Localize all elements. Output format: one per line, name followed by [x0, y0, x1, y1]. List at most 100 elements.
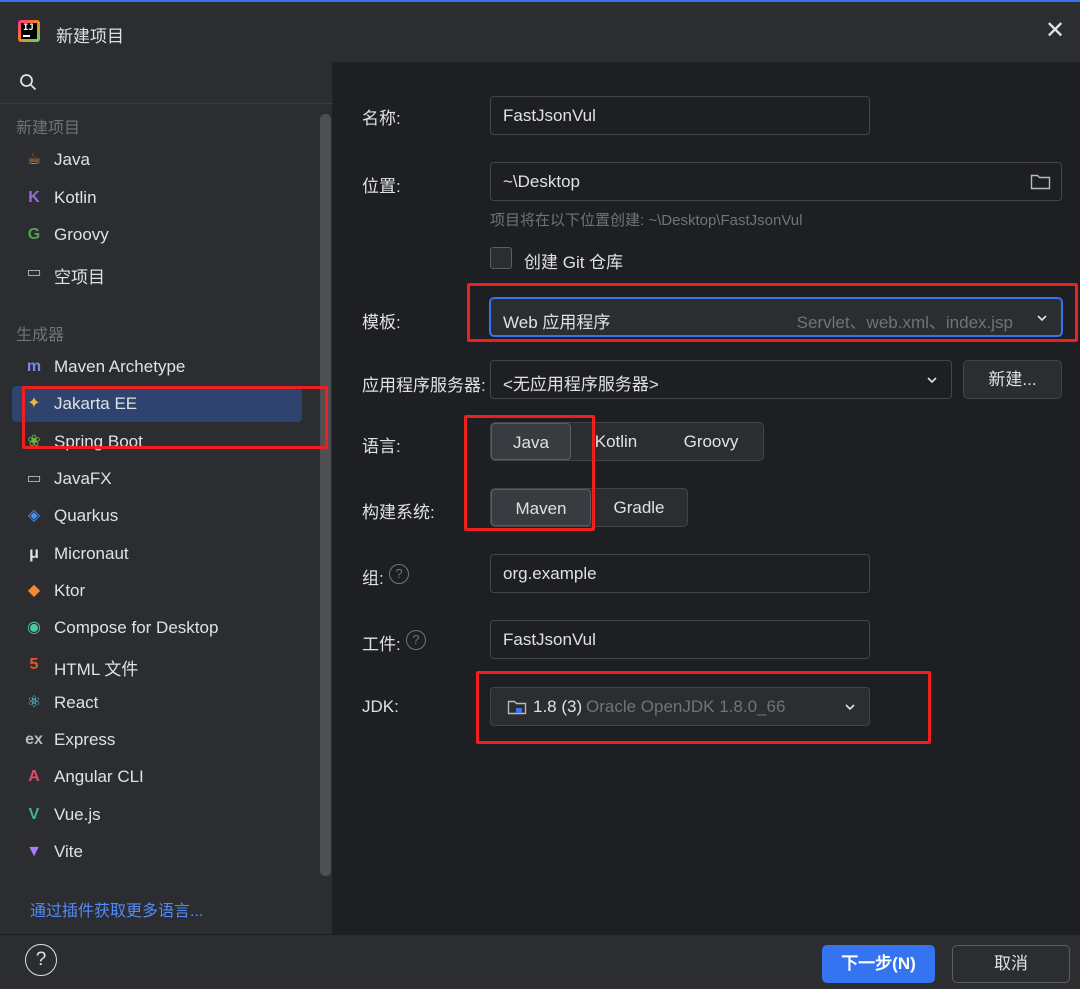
group-help-icon[interactable]: ? [389, 564, 409, 584]
build-option-maven[interactable]: Maven [491, 489, 591, 526]
window-title: 新建项目 [56, 27, 124, 46]
chevron-down-icon [845, 704, 855, 711]
ktor-icon: ◆ [27, 581, 41, 599]
sidebar-item-java[interactable]: ☕ Java [12, 142, 302, 178]
sidebar-item-label: JavaFX [54, 468, 112, 488]
compose-icon: ◉ [27, 619, 41, 637]
jdk-version: 1.8 (3) [533, 697, 583, 716]
jdk-select[interactable]: 1.8 (3) Oracle OpenJDK 1.8.0_66 [490, 687, 870, 726]
sidebar-item-react[interactable]: ⚛ React [12, 685, 302, 721]
server-select[interactable]: <无应用程序服务器> [490, 360, 952, 399]
name-label: 名称: [362, 109, 401, 128]
section-new-project: 新建项目 [16, 120, 81, 137]
artifact-help-icon[interactable]: ? [406, 630, 426, 650]
more-languages-link[interactable]: 通过插件获取更多语言... [30, 897, 203, 921]
chevron-down-icon [927, 377, 937, 384]
sidebar-item-label: Kotlin [54, 187, 97, 207]
template-value: Web 应用程序 [503, 313, 611, 332]
main-form: 名称: FastJsonVul 位置: ~\Desktop 项目将在以下位置创建… [334, 62, 1080, 934]
template-select[interactable]: Web 应用程序 Servlet、web.xml、index.jsp [489, 297, 1063, 337]
name-value: FastJsonVul [503, 106, 596, 125]
kotlin-icon: K [28, 188, 40, 206]
sidebar-item-label: Ktor [54, 580, 86, 600]
sidebar-item-compose[interactable]: ◉ Compose for Desktop [12, 610, 302, 646]
sidebar-item-jakarta[interactable]: ✦ Jakarta EE [12, 386, 302, 423]
sidebar-item-html[interactable]: 5 HTML 文件 [12, 647, 302, 683]
sidebar-item-label: Micronaut [54, 543, 129, 563]
search-icon[interactable] [19, 73, 37, 91]
sidebar-search[interactable] [0, 62, 333, 104]
folder-icon[interactable] [1030, 173, 1051, 190]
sidebar-item-label: Vue.js [54, 804, 101, 824]
spring-icon: ❀ [27, 432, 41, 450]
sidebar-item-quarkus[interactable]: ◈ Quarkus [12, 498, 302, 534]
server-label: 应用程序服务器: [362, 376, 486, 395]
sidebar-item-maven[interactable]: m Maven Archetype [12, 349, 302, 385]
location-input[interactable]: ~\Desktop [490, 162, 1062, 201]
sidebar-item-label: Groovy [54, 225, 109, 244]
intellij-app-icon: IJ [18, 20, 40, 42]
name-input[interactable]: FastJsonVul [490, 96, 870, 135]
artifact-label: 工件: [362, 635, 401, 654]
sidebar-item-javafx[interactable]: ▭ JavaFX [12, 461, 302, 497]
maven-icon: m [26, 358, 42, 375]
sidebar-item-groovy[interactable]: G Groovy [12, 217, 302, 253]
artifact-input[interactable]: FastJsonVul [490, 620, 870, 659]
chevron-down-icon [1037, 315, 1047, 322]
template-label: 模板: [362, 313, 401, 332]
language-label: 语言: [362, 437, 401, 456]
section-generators: 生成器 [16, 327, 65, 344]
title-bar: IJ 新建项目 ✕ [0, 0, 1080, 62]
close-icon[interactable]: ✕ [1042, 18, 1068, 44]
sidebar-item-label: HTML 文件 [54, 660, 139, 680]
jdk-name: Oracle OpenJDK 1.8.0_66 [586, 697, 786, 716]
empty-project-icon: ▭ [26, 263, 42, 281]
build-system-segmented: Maven Gradle [490, 488, 688, 527]
group-input[interactable]: org.example [490, 554, 870, 593]
jdk-folder-icon [507, 700, 527, 715]
sidebar-item-micronaut[interactable]: μ Micronaut [12, 536, 302, 572]
language-option-groovy[interactable]: Groovy [663, 423, 759, 460]
sidebar-scrollbar[interactable] [320, 114, 331, 876]
sidebar-item-label: Maven Archetype [54, 357, 186, 376]
language-option-java[interactable]: Java [491, 423, 571, 460]
build-option-gradle[interactable]: Gradle [593, 489, 685, 526]
sidebar-item-label: Compose for Desktop [54, 618, 219, 638]
express-icon: ex [25, 731, 43, 748]
java-icon: ☕ [26, 151, 42, 168]
location-hint: 项目将在以下位置创建: ~\Desktop\FastJsonVul [490, 212, 803, 229]
sidebar-item-empty-project[interactable]: ▭ 空项目 [12, 255, 302, 291]
group-label: 组: [362, 569, 384, 588]
sidebar-item-ktor[interactable]: ◆ Ktor [12, 573, 302, 609]
next-button[interactable]: 下一步(N) [822, 945, 935, 983]
git-checkbox[interactable] [490, 247, 512, 269]
sidebar-item-spring[interactable]: ❀ Spring Boot [12, 424, 302, 460]
sidebar: 新建项目 ☕ Java K Kotlin G Groovy ▭ 空项目 生成器 m Maven … [0, 62, 333, 934]
sidebar-item-kotlin[interactable]: K Kotlin [12, 180, 302, 216]
artifact-value: FastJsonVul [503, 630, 596, 649]
react-icon: ⚛ [26, 693, 42, 711]
new-server-button[interactable]: 新建... [963, 360, 1062, 399]
group-value: org.example [503, 564, 597, 583]
language-option-kotlin[interactable]: Kotlin [575, 423, 657, 460]
server-value: <无应用程序服务器> [503, 375, 659, 394]
sidebar-item-label: Vite [54, 841, 83, 861]
sidebar-item-express[interactable]: ex Express [12, 722, 302, 758]
help-button[interactable]: ? [25, 944, 57, 976]
cancel-button[interactable]: 取消 [952, 945, 1070, 983]
quarkus-icon: ◈ [27, 507, 41, 525]
dialog-footer: ? 下一步(N) 取消 [0, 934, 1080, 989]
location-label: 位置: [362, 177, 401, 196]
sidebar-item-angular[interactable]: A Angular CLI [12, 759, 302, 795]
jakarta-icon: ✦ [27, 395, 41, 413]
sidebar-item-label: Jakarta EE [54, 394, 138, 414]
sidebar-item-label: Java [54, 150, 90, 169]
sidebar-item-vue[interactable]: V Vue.js [12, 797, 302, 833]
sidebar-item-label: Spring Boot [54, 431, 143, 451]
micronaut-icon: μ [29, 544, 39, 562]
jdk-label: JDK: [362, 697, 399, 716]
location-value: ~\Desktop [503, 172, 581, 191]
sidebar-item-vite[interactable]: ▼ Vite [12, 834, 302, 870]
sidebar-item-label: Quarkus [54, 506, 119, 526]
javafx-icon: ▭ [26, 469, 42, 487]
